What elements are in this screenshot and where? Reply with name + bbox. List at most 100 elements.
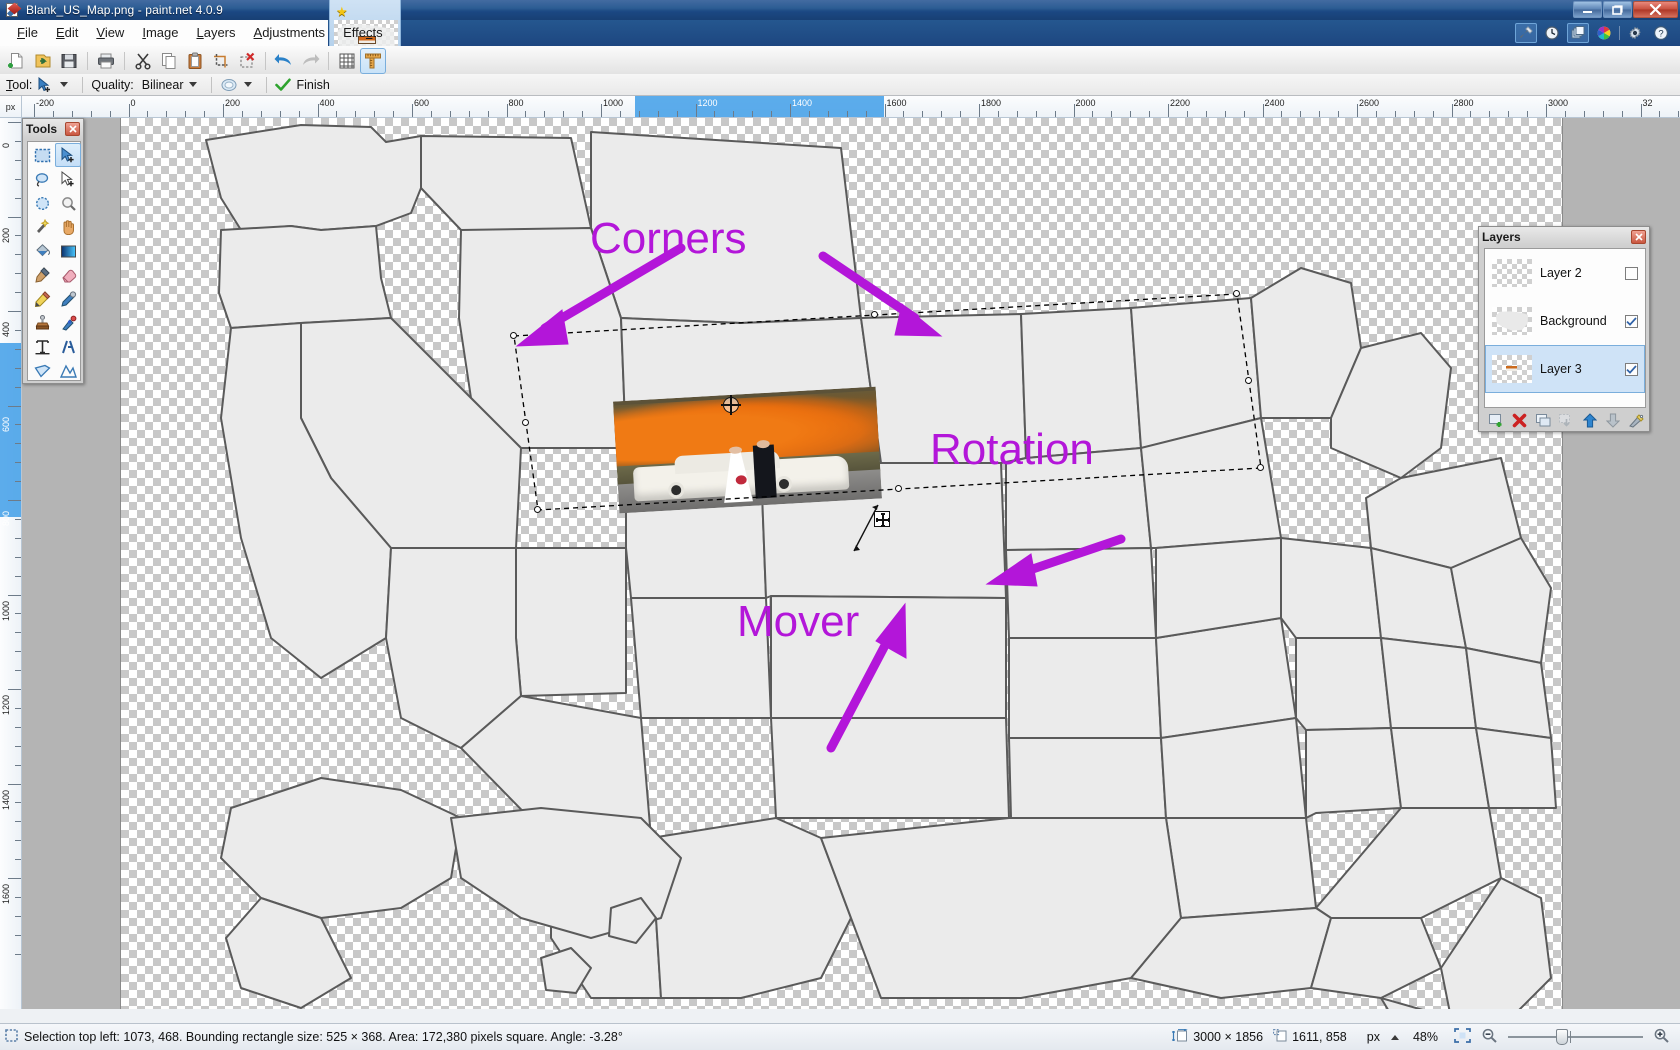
zoom-slider-knob[interactable] [1556, 1029, 1568, 1045]
tools-grid[interactable] [27, 141, 81, 381]
tools-palette[interactable]: Tools [22, 118, 84, 384]
text-t-icon[interactable] [29, 335, 55, 359]
menu-view[interactable]: View [87, 22, 133, 45]
lasso-select-tool[interactable] [29, 167, 55, 191]
merge-down-icon[interactable] [1557, 411, 1575, 429]
zoom-slider[interactable] [1508, 1029, 1643, 1045]
menu-adjustments[interactable]: Adjustments [245, 22, 335, 45]
zoom-in-icon[interactable] [1653, 1028, 1670, 1046]
vertical-ruler[interactable]: 0 200 400 600 800 1000 1200 1400 1600 [0, 118, 22, 1023]
layer-row-layer-2[interactable]: Layer 2 [1485, 249, 1645, 297]
magic-wand-tool[interactable] [29, 215, 55, 239]
add-layer-icon[interactable] [1487, 411, 1505, 429]
chevron-down-icon[interactable] [244, 82, 253, 87]
canvas-viewport[interactable]: Corners Rotation Mover [22, 118, 1680, 1023]
minimize-button[interactable] [1573, 1, 1602, 18]
clock-icon[interactable] [1541, 23, 1563, 43]
open-folder-icon[interactable] [30, 48, 56, 74]
window-tool-buttons[interactable]: ? [1515, 23, 1672, 43]
tools-palette-titlebar[interactable]: Tools [23, 119, 83, 139]
layer-visibility-checkbox[interactable] [1625, 362, 1638, 376]
rotation-center-handle[interactable] [721, 395, 741, 415]
gradient-icon[interactable] [55, 239, 81, 263]
tool-selector-dropdown[interactable] [36, 75, 74, 95]
quality-dropdown[interactable]: Bilinear [138, 75, 204, 95]
pencil-icon[interactable] [29, 287, 55, 311]
printer-icon[interactable] [93, 48, 119, 74]
wedding-photo-layer[interactable] [613, 386, 882, 514]
redo-arrow-icon[interactable] [297, 48, 323, 74]
freeform-shape-icon[interactable] [55, 359, 81, 383]
selection-handle-bottom-center[interactable] [895, 485, 902, 492]
chevron-down-icon[interactable] [60, 82, 69, 87]
floppy-disk-icon[interactable] [56, 48, 82, 74]
menu-bar[interactable]: File Edit View Image Layers Adjustments … [0, 20, 383, 46]
properties-icon[interactable] [1628, 411, 1646, 429]
layers-toolbar[interactable] [1484, 410, 1646, 430]
move-selection-tool[interactable] [55, 167, 81, 191]
duplicate-layer-icon[interactable] [1534, 411, 1552, 429]
grid-icon[interactable] [334, 48, 360, 74]
up-arrow-icon[interactable] [1581, 411, 1599, 429]
down-arrow-icon[interactable] [1604, 411, 1622, 429]
recolor-brush-icon[interactable] [55, 311, 81, 335]
selection-handle-bottom-left[interactable] [534, 506, 541, 513]
menu-file[interactable]: File [8, 22, 47, 45]
finish-button[interactable]: Finish [275, 75, 330, 95]
close-icon[interactable] [1631, 229, 1646, 244]
clipboard-icon[interactable] [182, 48, 208, 74]
selection-handle-middle-right[interactable] [1245, 377, 1252, 384]
move-selected-pixels-tool[interactable] [55, 143, 81, 167]
clone-stamp-icon[interactable] [29, 311, 55, 335]
menu-image[interactable]: Image [133, 22, 187, 45]
paintbrush-icon[interactable] [29, 263, 55, 287]
ellipse-select-tool[interactable] [29, 191, 55, 215]
undo-arrow-icon[interactable] [271, 48, 297, 74]
horizontal-scrollbar[interactable] [0, 1009, 1680, 1023]
layer-row-background[interactable]: Background [1485, 297, 1645, 345]
hand-icon[interactable] [55, 215, 81, 239]
menu-layers[interactable]: Layers [187, 22, 244, 45]
line-curve-icon[interactable] [55, 335, 81, 359]
window-controls[interactable] [1572, 1, 1678, 18]
main-toolbar[interactable] [0, 46, 1680, 76]
layers-palette-titlebar[interactable]: Layers [1479, 227, 1649, 246]
caret-up-icon[interactable] [1390, 1034, 1399, 1040]
paint-bucket-icon[interactable] [29, 239, 55, 263]
magnifier-icon[interactable] [55, 191, 81, 215]
eyedropper-icon[interactable] [55, 287, 81, 311]
gear-icon[interactable] [1624, 23, 1646, 43]
close-button[interactable] [1633, 1, 1678, 18]
blend-mode-dropdown[interactable] [220, 75, 258, 95]
ruler-icon[interactable] [360, 47, 386, 74]
selection-handle-middle-left[interactable] [522, 419, 529, 426]
menu-effects[interactable]: Effects [334, 22, 392, 45]
window-titlebar[interactable]: Blank_US_Map.png - paint.net 4.0.9 [0, 0, 1680, 20]
horizontal-ruler[interactable]: -200 0 200 400 600 800 1000 1200 1400 1600 1800 200… [22, 96, 1680, 118]
selection-handle-top-right[interactable] [1233, 290, 1240, 297]
restore-button[interactable] [1603, 1, 1632, 18]
tool-options-bar[interactable]: Tool: Quality: Bilinear Finish [0, 74, 1680, 96]
layer-visibility-checkbox[interactable] [1625, 266, 1638, 280]
zoom-out-icon[interactable] [1481, 1028, 1498, 1046]
selection-handle-top-left[interactable] [510, 332, 517, 339]
scissors-icon[interactable] [130, 48, 156, 74]
layers-stack-icon[interactable] [1567, 23, 1589, 43]
eraser-icon[interactable] [55, 263, 81, 287]
deselect-icon[interactable] [234, 48, 260, 74]
close-icon[interactable] [65, 122, 80, 136]
copy-pages-icon[interactable] [156, 48, 182, 74]
new-document-icon[interactable] [4, 48, 30, 74]
unit-selector[interactable]: px [1367, 1030, 1403, 1044]
rectangle-shape-icon[interactable] [29, 359, 55, 383]
layer-row-layer-3[interactable]: Layer 3 [1485, 345, 1645, 393]
red-x-icon[interactable] [1510, 411, 1528, 429]
layer-visibility-checkbox[interactable] [1625, 314, 1638, 328]
hammer-icon[interactable] [1515, 23, 1537, 43]
menu-edit[interactable]: Edit [47, 22, 87, 45]
rectangle-select-tool[interactable] [29, 143, 55, 167]
question-circle-icon[interactable]: ? [1650, 23, 1672, 43]
image-canvas[interactable] [121, 118, 1562, 1009]
color-wheel-icon[interactable] [1593, 23, 1615, 43]
fit-to-window-icon[interactable] [1454, 1028, 1471, 1046]
